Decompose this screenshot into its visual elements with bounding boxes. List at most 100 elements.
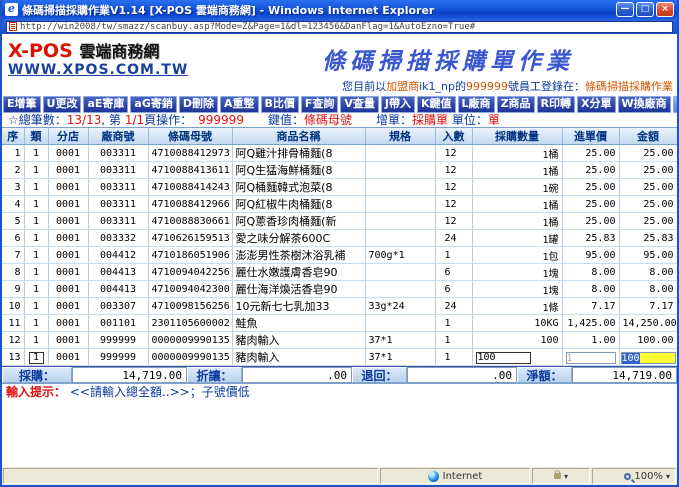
cell-store: 0001 [48, 145, 88, 162]
ie-logo-icon: e [5, 3, 18, 16]
toolbar-button-14[interactable]: R印轉 [537, 96, 575, 113]
cell-qty: 24 [435, 230, 472, 247]
toolbar-button-3[interactable]: aE寄庫 [83, 96, 128, 113]
cell-name: 阿Q紅椒牛肉桶麵(8 [232, 196, 365, 213]
url-input[interactable] [20, 22, 670, 32]
cell-vendor: 003311 [88, 162, 148, 179]
login-status: 您目前以加盟商ik1_np的999999號員工登錄在：條碼掃描採購作業 [342, 78, 673, 94]
cell-spec [365, 162, 435, 179]
cell-qty: 6 [435, 281, 472, 298]
cell-barcode: 4710088412966 [148, 196, 232, 213]
minimize-button[interactable]: — [616, 2, 634, 17]
cell-qty: 24 [435, 298, 472, 315]
cell-store: 0001 [48, 332, 88, 349]
empty-area [2, 400, 677, 466]
cell-seq: 10 [2, 298, 24, 315]
cell-spec: 700g*1 [365, 247, 435, 264]
cell-amount: 25.00 [619, 179, 677, 196]
toolbar-button-9[interactable]: V查量 [340, 96, 379, 113]
protected-dropdown-icon[interactable]: ▾ [564, 472, 568, 481]
zoom-dropdown-icon[interactable]: ▾ [666, 472, 670, 481]
cell-seq: 9 [2, 281, 24, 298]
cell-amount: 25.00 [619, 196, 677, 213]
table-row: 5100010033114710088830661阿Q蔥香珍肉桶麵(新121桶2… [2, 213, 677, 230]
column-header: 金額 [619, 128, 677, 145]
toolbar-button-17[interactable]: aH幫助 [673, 96, 677, 113]
zoom-control[interactable]: 100% ▾ [592, 468, 676, 484]
toolbar-button-12[interactable]: L廠商 [458, 96, 495, 113]
cell-amount: 100 [619, 349, 677, 366]
cell-amount: 25.83 [619, 230, 677, 247]
cell-spec: 33g*24 [365, 298, 435, 315]
text-segment: 鍵值： [244, 113, 304, 127]
cell-vendor: 003311 [88, 196, 148, 213]
cell-name: 豬肉輸入 [232, 332, 365, 349]
cell-pqty: 1條 [472, 298, 562, 315]
toolbar-button-6[interactable]: A重整 [220, 96, 259, 113]
text-segment: 條碼掃描採購作業 [585, 80, 673, 93]
cell-seq: 7 [2, 247, 24, 264]
cell-spec [365, 230, 435, 247]
return-label: 退回： [352, 367, 407, 383]
cell-pqty: 1塊 [472, 281, 562, 298]
text-segment: 999999 [198, 113, 244, 127]
close-button[interactable]: × [656, 2, 674, 17]
amount-input[interactable]: 100 [621, 352, 676, 364]
cell-amount: 8.00 [619, 264, 677, 281]
page-icon [9, 22, 17, 31]
text-segment: 頁操作： [144, 113, 198, 127]
cell-qty: 6 [435, 264, 472, 281]
toolbar-button-8[interactable]: F查詢 [301, 96, 339, 113]
table-row: 1100010033114710088412973阿Q雞汁排骨桶麵(8121桶2… [2, 145, 677, 162]
protected-mode-segment[interactable]: ▾ [532, 468, 590, 484]
window-title: 條碼掃描採購作業V1.14 [X-POS 雲端商務網] - Windows In… [22, 2, 616, 18]
cell-store: 0001 [48, 179, 88, 196]
toolbar-button-13[interactable]: Z商品 [497, 96, 535, 113]
lock-icon [554, 473, 561, 479]
cell-qty: 1 [435, 247, 472, 264]
cell-price: 1.00 [562, 332, 619, 349]
toolbar-button-4[interactable]: aG寄銷 [130, 96, 176, 113]
table-row: 7100010044124710186051906澎澎男性茶樹沐浴乳補700g*… [2, 247, 677, 264]
toolbar-button-11[interactable]: K鍵值 [417, 96, 456, 113]
toolbar: E增筆U更改aE寄庫aG寄銷D刪除A重整B比價F查詢V查量J帶入K鍵值L廠商Z商… [2, 96, 677, 113]
cell-barcode: 4710626159513 [148, 230, 232, 247]
table-row: 1010001003307471009815625610元新七七乳加3333g*… [2, 298, 677, 315]
toolbar-button-1[interactable]: E增筆 [3, 96, 41, 113]
cell-store: 0001 [48, 247, 88, 264]
cell-qty: 1 [435, 315, 472, 332]
purchase-qty-input[interactable] [476, 352, 531, 364]
purchase-total-value: 14,719.00 [72, 367, 187, 383]
ie-status-bar: Internet ▾ 100% ▾ [2, 466, 677, 485]
cell-amount: 95.00 [619, 247, 677, 264]
cell-vendor: 999999 [88, 332, 148, 349]
cell-cls: 1 [24, 332, 48, 349]
text-segment: 號員工登錄在： [508, 80, 585, 93]
toolbar-button-7[interactable]: B比價 [261, 96, 299, 113]
toolbar-button-10[interactable]: J帶入 [381, 96, 415, 113]
cell-amount: 25.00 [619, 145, 677, 162]
cell-qty: 12 [435, 179, 472, 196]
toolbar-button-5[interactable]: D刪除 [179, 96, 218, 113]
text-segment: 加盟商 [386, 80, 419, 93]
toolbar-button-2[interactable]: U更改 [43, 96, 82, 113]
cell-store: 0001 [48, 281, 88, 298]
toolbar-button-16[interactable]: W換廠商 [618, 96, 671, 113]
cell-store: 0001 [48, 196, 88, 213]
title-bar: e 條碼掃描採購作業V1.14 [X-POS 雲端商務網] - Windows … [2, 0, 677, 19]
cell-vendor: 004413 [88, 264, 148, 281]
cell-qty: 1 [435, 349, 472, 366]
cell-name: 阿Q生猛海鮮桶麵(8 [232, 162, 365, 179]
class-input[interactable] [29, 352, 44, 364]
cell-cls: 1 [24, 145, 48, 162]
toolbar-button-15[interactable]: X分單 [577, 96, 615, 113]
cell-barcode: 4710088414243 [148, 179, 232, 196]
unit-price-input[interactable]: 1 [566, 352, 616, 364]
maximize-button[interactable]: □ [636, 2, 654, 17]
cell-spec: 37*1 [365, 332, 435, 349]
cell-store: 0001 [48, 264, 88, 281]
cell-name: 豬肉輸入 [232, 349, 365, 366]
cell-vendor: 003311 [88, 145, 148, 162]
cell-seq: 8 [2, 264, 24, 281]
cell-amount: 14,250.00 [619, 315, 677, 332]
